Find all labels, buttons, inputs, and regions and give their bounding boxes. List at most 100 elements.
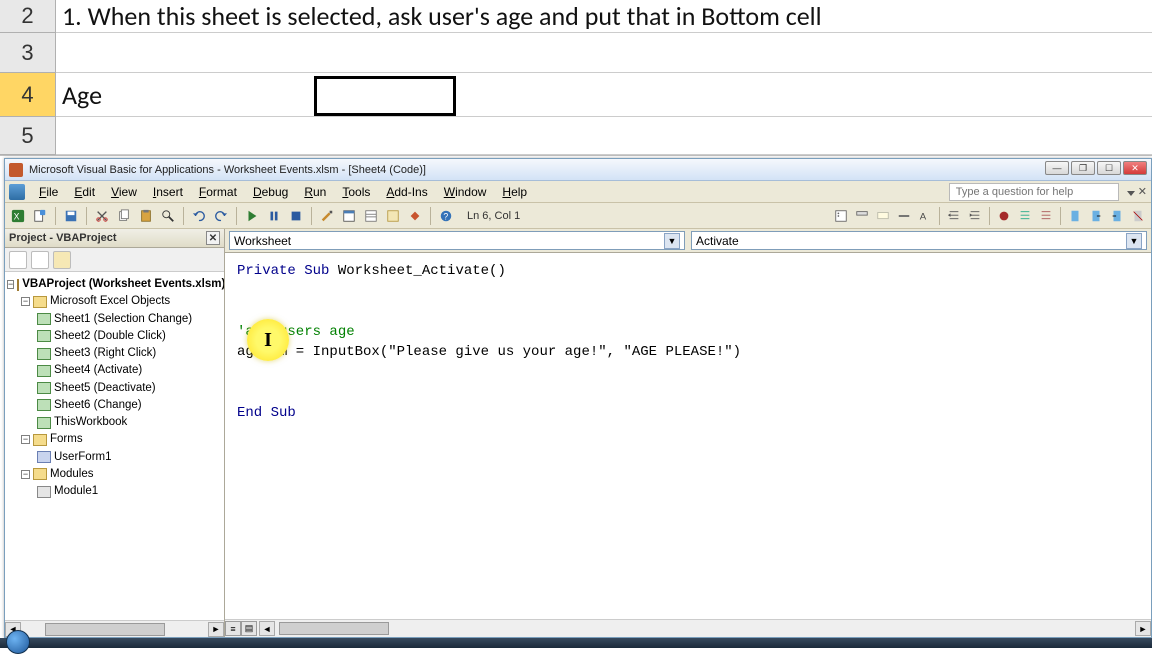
maximize-button[interactable]: ☐ [1097,161,1121,175]
cell[interactable] [56,33,1152,73]
menu-debug[interactable]: Debug [245,183,296,201]
menu-dropdown-icon[interactable] [1127,191,1135,196]
toolbox-icon[interactable] [406,207,424,225]
paste-icon[interactable] [137,207,155,225]
expander-icon[interactable]: − [21,435,30,444]
view-code-icon[interactable] [9,251,27,269]
start-button[interactable] [6,630,30,654]
bookmark-next-icon[interactable] [1087,207,1105,225]
cell[interactable] [56,117,1152,155]
find-icon[interactable] [159,207,177,225]
expander-icon[interactable]: − [21,470,30,479]
design-mode-icon[interactable] [318,207,336,225]
row-header[interactable]: 5 [0,117,56,155]
uncomment-block-icon[interactable] [1037,207,1055,225]
list-constants-icon[interactable] [853,207,871,225]
outdent-icon[interactable] [966,207,984,225]
restore-button[interactable]: ❐ [1071,161,1095,175]
project-explorer-icon[interactable] [340,207,358,225]
tree-sheet-item[interactable]: Sheet4 (Activate) [7,362,222,379]
parameter-info-icon[interactable] [895,207,913,225]
scroll-thumb[interactable] [45,623,165,636]
scroll-right-icon[interactable]: ► [208,622,224,637]
expander-icon[interactable]: − [7,280,14,289]
tree-sheet-item[interactable]: Sheet5 (Deactivate) [7,380,222,397]
view-excel-icon[interactable]: X [9,207,27,225]
project-tree[interactable]: − VBAProject (Worksheet Events.xlsm) − M… [5,272,224,620]
menu-tools[interactable]: Tools [334,183,378,201]
menu-format[interactable]: Format [191,183,245,201]
object-combo[interactable]: Worksheet ▼ [229,231,685,250]
tree-sheet-item[interactable]: Sheet1 (Selection Change) [7,311,222,328]
reset-icon[interactable] [287,207,305,225]
bookmark-prev-icon[interactable] [1108,207,1126,225]
tree-module-item[interactable]: Module1 [7,483,222,500]
properties-icon[interactable] [362,207,380,225]
full-module-view-icon[interactable]: ▤ [241,621,257,636]
menu-edit[interactable]: Edit [66,183,103,201]
menu-help[interactable]: Help [494,183,535,201]
cell[interactable]: 1. When this sheet is selected, ask user… [56,0,1152,33]
scroll-right-icon[interactable]: ► [1135,621,1151,636]
run-icon[interactable] [243,207,261,225]
indent-icon[interactable] [945,207,963,225]
break-icon[interactable] [265,207,283,225]
list-properties-icon[interactable] [832,207,850,225]
scroll-left-icon[interactable]: ◄ [259,621,275,636]
project-panel-titlebar[interactable]: Project - VBAProject ✕ [5,229,224,248]
bookmark-toggle-icon[interactable] [1066,207,1084,225]
windows-taskbar[interactable] [0,638,1152,648]
complete-word-icon[interactable]: A [916,207,934,225]
project-panel-toolbar [5,248,224,272]
close-button[interactable]: ✕ [1123,161,1147,175]
quick-info-icon[interactable] [874,207,892,225]
vba-titlebar[interactable]: Microsoft Visual Basic for Applications … [5,159,1151,181]
view-object-icon[interactable] [31,251,49,269]
tree-modules[interactable]: − Modules [7,466,222,483]
tree-project-root[interactable]: − VBAProject (Worksheet Events.xlsm) [7,276,222,293]
menu-file[interactable]: File [31,183,66,201]
excel-grid[interactable]: 21. When this sheet is selected, ask use… [0,0,1152,156]
menu-run[interactable]: Run [296,183,334,201]
row-header[interactable]: 2 [0,0,56,33]
comment-block-icon[interactable] [1016,207,1034,225]
toggle-folders-icon[interactable] [53,251,71,269]
project-scrollbar[interactable]: ◄ ► [5,620,224,637]
dropdown-icon[interactable]: ▼ [664,233,680,249]
procedure-view-icon[interactable]: ≡ [225,621,241,636]
redo-icon[interactable] [212,207,230,225]
copy-icon[interactable] [115,207,133,225]
bookmark-clear-icon[interactable] [1129,207,1147,225]
menu-view[interactable]: View [103,183,145,201]
menu-insert[interactable]: Insert [145,183,191,201]
row-header[interactable]: 3 [0,33,56,73]
cell[interactable]: Age [56,73,1152,117]
menu-window[interactable]: Window [436,183,495,201]
tree-sheet-item[interactable]: Sheet3 (Right Click) [7,345,222,362]
tree-forms[interactable]: − Forms [7,431,222,448]
menu-add-ins[interactable]: Add-Ins [378,183,435,201]
minimize-button[interactable]: — [1045,161,1069,175]
row-header[interactable]: 4 [0,73,56,117]
active-cell-border[interactable] [314,76,456,116]
code-editor[interactable]: Private Sub Worksheet_Activate() 'ask us… [225,253,1151,619]
object-browser-icon[interactable] [384,207,402,225]
undo-icon[interactable] [190,207,208,225]
procedure-combo[interactable]: Activate ▼ [691,231,1147,250]
tree-form-item[interactable]: UserForm1 [7,449,222,466]
breakpoint-icon[interactable] [995,207,1013,225]
cut-icon[interactable] [93,207,111,225]
tree-excel-objects[interactable]: − Microsoft Excel Objects [7,293,222,310]
mdi-close-icon[interactable]: ✕ [1138,185,1147,198]
project-panel-close-icon[interactable]: ✕ [206,231,220,245]
scroll-thumb[interactable] [279,622,389,635]
save-icon[interactable] [62,207,80,225]
tree-thisworkbook[interactable]: ThisWorkbook [7,414,222,431]
insert-module-icon[interactable] [31,207,49,225]
tree-sheet-item[interactable]: Sheet2 (Double Click) [7,328,222,345]
help-search-input[interactable] [949,183,1119,201]
help-icon[interactable]: ? [437,207,455,225]
dropdown-icon[interactable]: ▼ [1126,233,1142,249]
tree-sheet-item[interactable]: Sheet6 (Change) [7,397,222,414]
expander-icon[interactable]: − [21,297,30,306]
